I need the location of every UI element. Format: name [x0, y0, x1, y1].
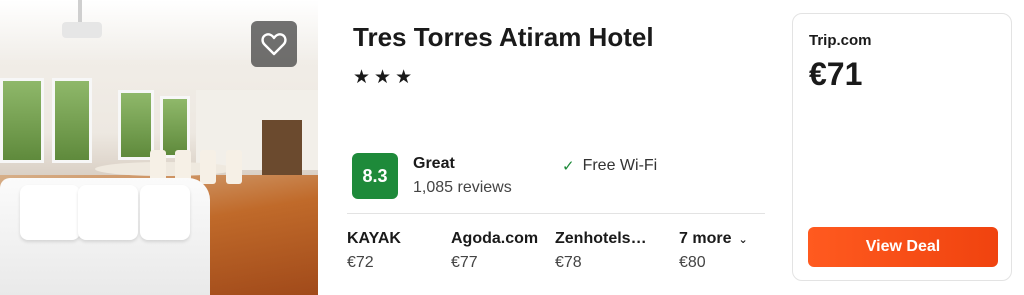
view-deal-button[interactable]: View Deal — [808, 227, 998, 267]
photo-cushion — [140, 185, 190, 240]
provider-agoda[interactable]: Agoda.com €77 — [451, 230, 549, 272]
more-providers-label: 7 more — [679, 230, 732, 247]
more-providers-button[interactable]: 7 more ⌄ €80 — [679, 230, 763, 272]
divider — [347, 213, 765, 214]
hotel-photo[interactable] — [0, 0, 318, 295]
photo-window — [118, 90, 154, 160]
photo-window — [160, 96, 190, 158]
amenity-label: Free Wi-Fi — [582, 157, 658, 174]
photo-window — [52, 78, 92, 163]
photo-window — [0, 78, 44, 163]
provider-name: Agoda.com — [451, 230, 539, 247]
favorite-button[interactable] — [251, 21, 297, 67]
provider-kayak[interactable]: KAYAK €72 — [347, 230, 442, 272]
provider-price: €78 — [555, 254, 582, 271]
photo-chair — [200, 150, 216, 184]
photo-chair — [226, 150, 242, 184]
deal-site-name: Trip.com — [809, 32, 872, 49]
chevron-down-icon: ⌄ — [738, 233, 748, 246]
rating-score-badge: 8.3 — [352, 153, 398, 199]
more-providers-price: €80 — [679, 254, 706, 271]
photo-door — [262, 120, 302, 175]
deal-card: Trip.com €71 View Deal — [792, 13, 1012, 281]
photo-lamp — [62, 22, 102, 38]
heart-icon — [261, 33, 287, 56]
star-rating: ★★★ — [353, 67, 417, 88]
provider-name: KAYAK — [347, 230, 401, 247]
photo-cushion — [78, 185, 138, 240]
rating-label: Great — [413, 155, 455, 172]
provider-price: €77 — [451, 254, 478, 271]
provider-name: Zenhotels.com — [555, 230, 647, 247]
check-icon: ✓ — [562, 158, 575, 175]
more-providers-label-row: 7 more ⌄ — [679, 230, 763, 248]
photo-cushion — [20, 185, 80, 240]
photo-lamp-rod — [78, 0, 82, 24]
review-count[interactable]: 1,085 reviews — [413, 179, 512, 197]
hotel-name[interactable]: Tres Torres Atiram Hotel — [353, 22, 654, 53]
deal-price: €71 — [809, 56, 863, 92]
provider-price: €72 — [347, 254, 374, 271]
amenity-free-wifi: ✓ Free Wi-Fi — [562, 157, 657, 175]
provider-zenhotels[interactable]: Zenhotels.com €78 — [555, 230, 647, 272]
